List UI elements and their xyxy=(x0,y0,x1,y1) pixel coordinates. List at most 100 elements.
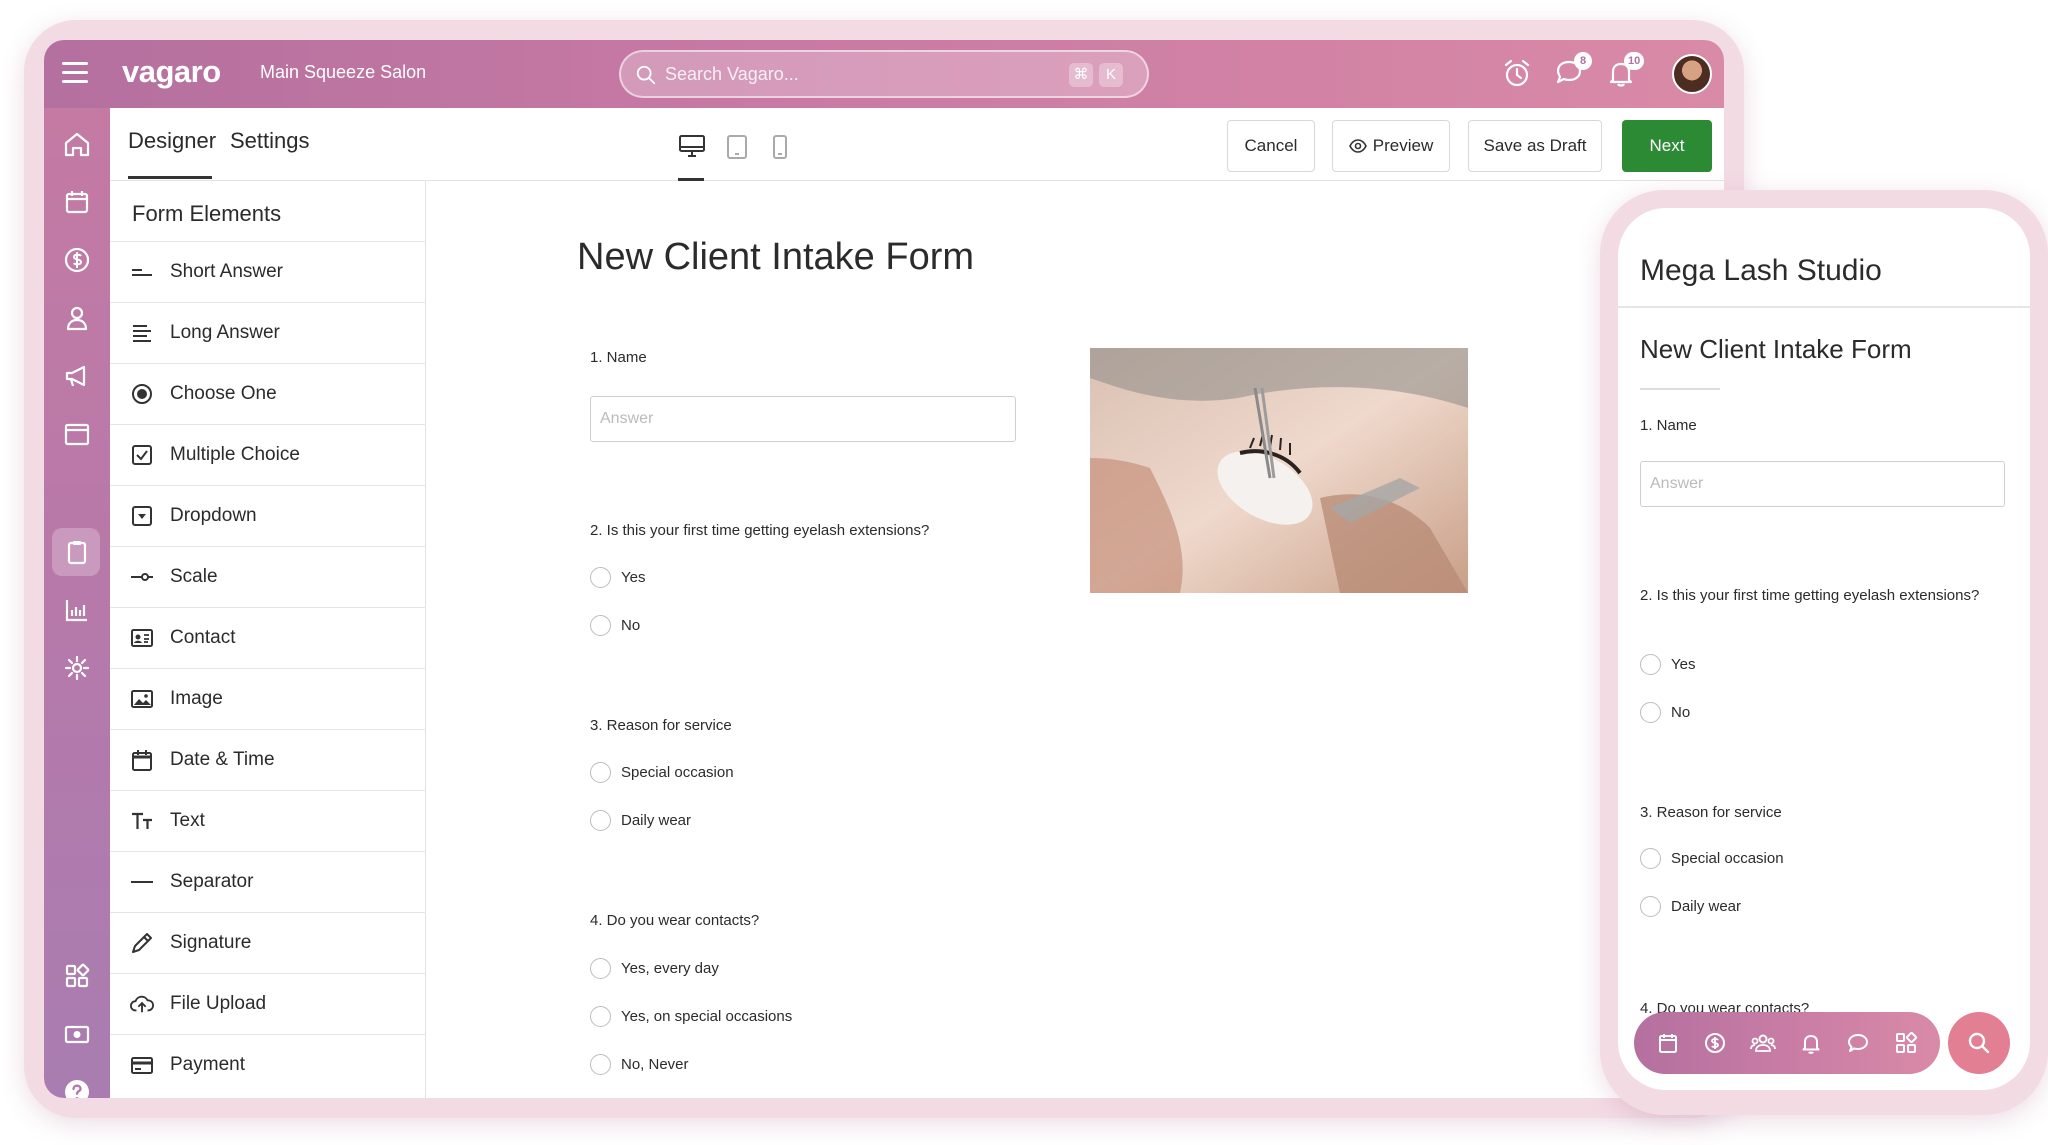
save-draft-label: Save as Draft xyxy=(1483,136,1587,155)
photo-illustration xyxy=(1090,348,1468,593)
option-daily-wear[interactable]: Daily wear xyxy=(590,810,691,831)
radio-button[interactable] xyxy=(590,762,611,783)
option-yes-every-day[interactable]: Yes, every day xyxy=(590,958,719,979)
clipboard-icon[interactable] xyxy=(61,536,93,568)
option-label: Special occasion xyxy=(1671,850,1784,867)
search-bar[interactable]: ⌘ K xyxy=(619,50,1149,98)
search-icon xyxy=(636,65,656,85)
form-element-dropdown[interactable]: Dropdown xyxy=(110,485,426,546)
option-yes[interactable]: Yes xyxy=(590,567,645,588)
radio-button[interactable] xyxy=(1640,654,1661,675)
tab-designer[interactable]: Designer xyxy=(128,128,216,154)
phone-option-special-occasion[interactable]: Special occasion xyxy=(1640,848,1784,869)
form-element-date-time[interactable]: Date & Time xyxy=(110,729,426,790)
radio-button[interactable] xyxy=(590,567,611,588)
dollar-icon[interactable] xyxy=(61,244,93,276)
phone-option-no[interactable]: No xyxy=(1640,702,1690,723)
radio-button[interactable] xyxy=(1640,848,1661,869)
phone-option-yes[interactable]: Yes xyxy=(1640,654,1695,675)
eyelash-extension-photo[interactable] xyxy=(1090,348,1468,593)
option-no-never[interactable]: No, Never xyxy=(590,1054,689,1075)
tablet-screen: vagaro Main Squeeze Salon ⌘ K 8 10 xyxy=(44,40,1724,1098)
alarm-clock-icon[interactable] xyxy=(1500,56,1534,90)
next-button[interactable]: Next xyxy=(1622,120,1712,172)
save-draft-button[interactable]: Save as Draft xyxy=(1468,120,1602,172)
preview-label: Preview xyxy=(1372,136,1434,155)
radio-button[interactable] xyxy=(590,810,611,831)
radio-button[interactable] xyxy=(590,615,611,636)
form-element-label: Dropdown xyxy=(170,505,257,526)
chart-icon[interactable] xyxy=(61,594,93,626)
people-icon[interactable] xyxy=(1750,1030,1777,1056)
megaphone-icon[interactable] xyxy=(61,360,93,392)
vagaro-logo[interactable]: vagaro xyxy=(122,54,221,90)
form-title[interactable]: New Client Intake Form xyxy=(577,236,974,279)
salon-name[interactable]: Main Squeeze Salon xyxy=(260,62,426,83)
phone-name-answer-input[interactable] xyxy=(1640,461,2005,507)
form-element-file-upload[interactable]: File Upload xyxy=(110,973,426,1034)
dollar-icon[interactable] xyxy=(1702,1030,1728,1056)
form-element-text[interactable]: Text xyxy=(110,790,426,851)
radio-button[interactable] xyxy=(590,958,611,979)
phone-option-daily-wear[interactable]: Daily wear xyxy=(1640,896,1741,917)
option-no[interactable]: No xyxy=(590,615,640,636)
form-element-label: Text xyxy=(170,810,205,831)
form-element-multiple-choice[interactable]: Multiple Choice xyxy=(110,424,426,485)
user-icon[interactable] xyxy=(61,302,93,334)
bell-icon[interactable] xyxy=(1798,1030,1824,1056)
phone-search-button[interactable] xyxy=(1948,1012,2010,1074)
browser-icon[interactable] xyxy=(61,418,93,450)
cash-icon[interactable] xyxy=(61,1018,93,1050)
cloud-upload-icon xyxy=(130,992,154,1016)
avatar[interactable] xyxy=(1672,54,1712,94)
form-element-choose-one[interactable]: Choose One xyxy=(110,363,426,424)
question-4-label[interactable]: 4. Do you wear contacts? xyxy=(590,912,759,929)
form-element-label: Signature xyxy=(170,932,252,953)
chat-icon[interactable] xyxy=(1845,1030,1871,1056)
option-label: Yes xyxy=(1671,656,1696,673)
home-icon[interactable] xyxy=(61,128,93,160)
mobile-view-icon[interactable] xyxy=(772,134,788,160)
studio-name: Mega Lash Studio xyxy=(1640,254,1882,287)
radio-button[interactable] xyxy=(1640,702,1661,723)
calendar-icon[interactable] xyxy=(1655,1030,1681,1056)
desktop-view-icon[interactable] xyxy=(678,134,706,158)
apps-icon[interactable] xyxy=(61,960,93,992)
option-yes-special-occasions[interactable]: Yes, on special occasions xyxy=(590,1006,792,1027)
question-3-label[interactable]: 3. Reason for service xyxy=(590,717,732,734)
form-element-separator[interactable]: Separator xyxy=(110,851,426,912)
form-element-long-answer[interactable]: Long Answer xyxy=(110,302,426,363)
calendar-icon[interactable] xyxy=(61,186,93,218)
preview-button[interactable]: Preview xyxy=(1332,120,1450,172)
radio-button[interactable] xyxy=(1640,896,1661,917)
form-element-payment[interactable]: Payment xyxy=(110,1034,426,1095)
radio-button[interactable] xyxy=(590,1006,611,1027)
search-input[interactable] xyxy=(665,60,1045,88)
form-element-contact[interactable]: Contact xyxy=(110,607,426,668)
option-label: No xyxy=(621,617,641,634)
tablet-view-icon[interactable] xyxy=(726,134,748,160)
text-icon xyxy=(130,809,154,833)
marketing-stage: vagaro Main Squeeze Salon ⌘ K 8 10 xyxy=(0,0,2048,1145)
question-2-label[interactable]: 2. Is this your first time getting eyela… xyxy=(590,522,929,539)
sidebar xyxy=(44,108,110,1098)
checkbox-icon xyxy=(130,443,154,467)
option-special-occasion[interactable]: Special occasion xyxy=(590,762,734,783)
help-icon[interactable] xyxy=(61,1076,93,1098)
gear-icon[interactable] xyxy=(61,652,93,684)
form-element-signature[interactable]: Signature xyxy=(110,912,426,973)
form-element-short-answer[interactable]: Short Answer xyxy=(110,241,426,302)
messages-badge: 8 xyxy=(1574,52,1592,70)
question-1-label[interactable]: 1. Name xyxy=(590,349,647,366)
form-element-image[interactable]: Image xyxy=(110,668,426,729)
option-label: Yes, on special occasions xyxy=(621,1008,793,1025)
hamburger-menu-icon[interactable] xyxy=(62,62,88,84)
form-element-scale[interactable]: Scale xyxy=(110,546,426,607)
tab-settings[interactable]: Settings xyxy=(230,128,310,154)
radio-button[interactable] xyxy=(590,1054,611,1075)
apps-icon[interactable] xyxy=(1893,1030,1919,1056)
name-answer-input[interactable] xyxy=(590,396,1016,442)
option-label: Daily wear xyxy=(1671,898,1742,915)
phone-question-2-label: 2. Is this your first time getting eyela… xyxy=(1640,587,1980,604)
cancel-button[interactable]: Cancel xyxy=(1227,120,1315,172)
